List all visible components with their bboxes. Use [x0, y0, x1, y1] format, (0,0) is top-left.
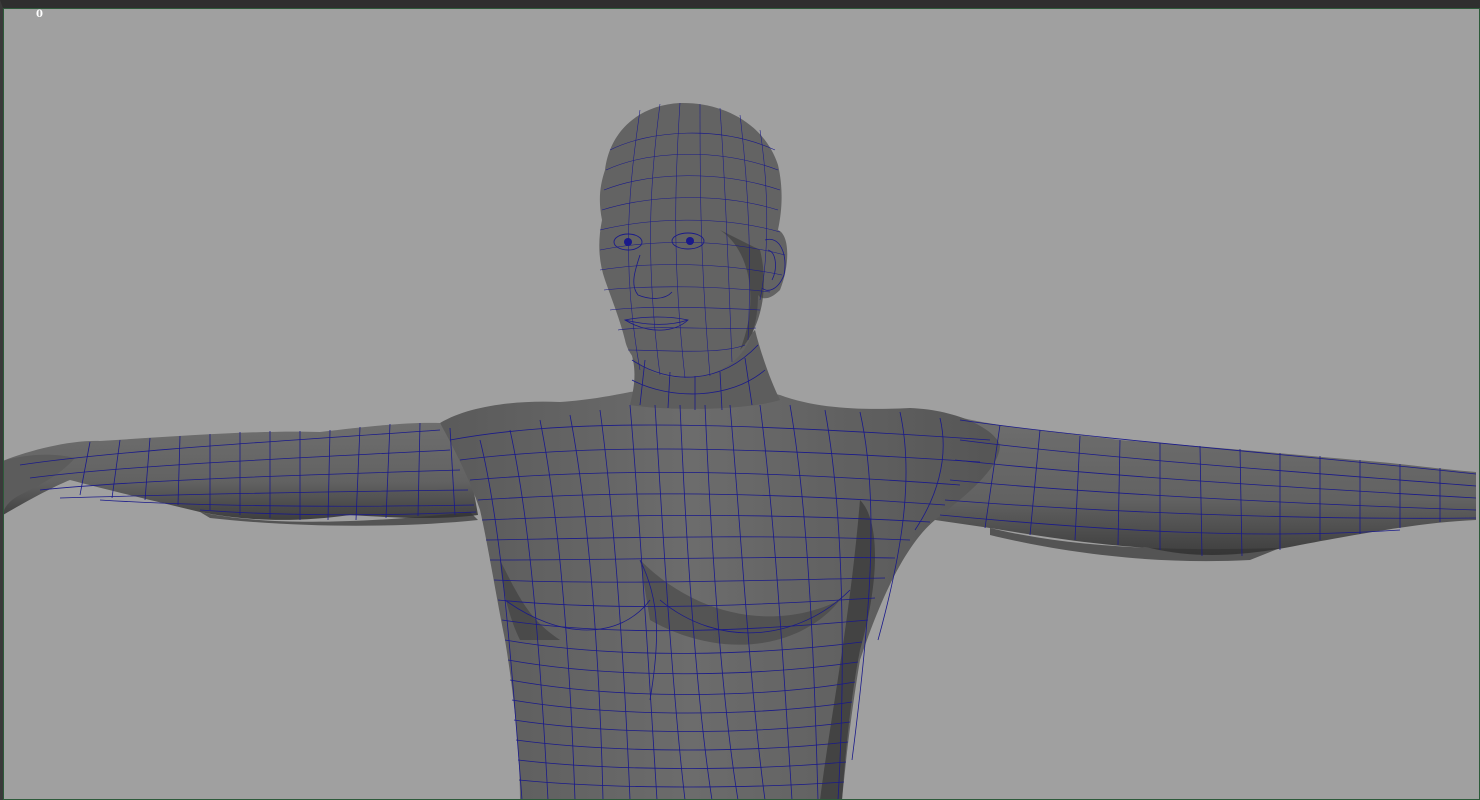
torso — [440, 387, 1000, 800]
humanoid-mesh[interactable] — [0, 0, 1480, 800]
3d-viewport[interactable]: 0 — [0, 0, 1480, 800]
